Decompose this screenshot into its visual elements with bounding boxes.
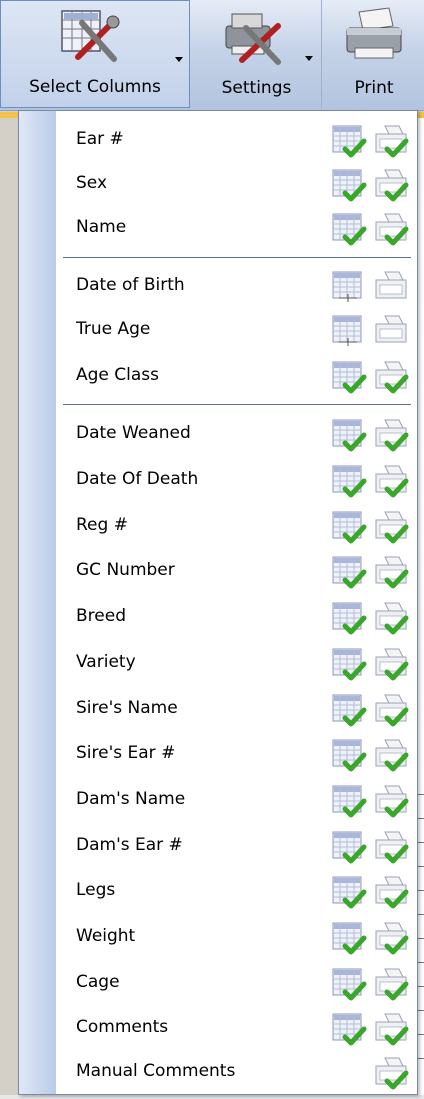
menu-item-cage[interactable]: Cage	[19, 960, 417, 1004]
menu-item-label: GC Number	[76, 560, 175, 580]
menu-item-label: Comments	[76, 1017, 169, 1037]
menu-item-name[interactable]: Name	[19, 205, 417, 249]
print-column-toggle-icon[interactable]	[373, 464, 409, 498]
menu-item-ear-number[interactable]: Ear #	[19, 117, 417, 161]
grid-column-toggle-icon[interactable]	[331, 875, 367, 909]
menu-item-sex[interactable]: Sex	[19, 161, 417, 205]
menu-item-label: Name	[76, 217, 127, 237]
menu-item-label: Sire's Ear #	[76, 743, 176, 763]
print-column-toggle-icon[interactable]	[373, 738, 409, 772]
grid-column-toggle-icon[interactable]	[331, 921, 367, 955]
grid-column-toggle-icon[interactable]	[331, 212, 367, 246]
menu-item-label: Reg #	[76, 515, 128, 535]
menu-item-label: Date of Birth	[76, 275, 185, 295]
print-column-toggle-icon[interactable]	[373, 314, 409, 348]
print-column-toggle-icon[interactable]	[373, 921, 409, 955]
printer-icon	[339, 6, 409, 70]
menu-separator	[63, 404, 411, 405]
grid-column-toggle-icon[interactable]	[331, 418, 367, 452]
menu-item-label: Sex	[76, 173, 108, 193]
select-columns-icon	[56, 7, 126, 71]
grid-column-toggle-icon[interactable]	[331, 314, 367, 348]
grid-column-toggle-icon[interactable]	[331, 738, 367, 772]
grid-column-toggle-icon[interactable]	[331, 693, 367, 727]
menu-item-true-age[interactable]: True Age	[19, 307, 417, 351]
print-button[interactable]: Print	[324, 0, 424, 108]
menu-item-label: True Age	[76, 319, 151, 339]
print-column-toggle-icon[interactable]	[373, 784, 409, 818]
menu-item-age-class[interactable]: Age Class	[19, 353, 417, 397]
menu-separator	[63, 257, 411, 258]
menu-item-label: Variety	[76, 652, 136, 672]
menu-item-label: Cage	[76, 972, 120, 992]
grid-column-toggle-icon[interactable]	[331, 464, 367, 498]
menu-item-label: Ear #	[76, 129, 124, 149]
grid-column-toggle-icon[interactable]	[331, 830, 367, 864]
menu-item-date-of-death[interactable]: Date Of Death	[19, 457, 417, 501]
grid-column-toggle-icon[interactable]	[331, 967, 367, 1001]
print-column-toggle-icon[interactable]	[373, 967, 409, 1001]
menu-item-comments[interactable]: Comments	[19, 1005, 417, 1049]
grid-column-toggle-icon[interactable]	[331, 360, 367, 394]
settings-label: Settings	[221, 78, 292, 98]
print-column-toggle-icon[interactable]	[373, 212, 409, 246]
menu-item-label: Date Weaned	[76, 423, 191, 443]
print-column-toggle-icon[interactable]	[373, 647, 409, 681]
grid-column-toggle-icon[interactable]	[331, 510, 367, 544]
print-column-toggle-icon[interactable]	[373, 124, 409, 158]
settings-icon	[212, 6, 292, 70]
settings-dropdown-arrow[interactable]	[305, 56, 313, 61]
menu-item-label: Breed	[76, 606, 126, 626]
menu-item-reg-number[interactable]: Reg #	[19, 503, 417, 547]
menu-item-sires-ear-number[interactable]: Sire's Ear #	[19, 731, 417, 775]
menu-item-manual-comments[interactable]: Manual Comments	[19, 1049, 417, 1093]
menu-item-label: Dam's Ear #	[76, 835, 183, 855]
grid-column-toggle-icon[interactable]	[331, 784, 367, 818]
menu-item-weight[interactable]: Weight	[19, 914, 417, 958]
menu-item-breed[interactable]: Breed	[19, 594, 417, 638]
grid-column-toggle-icon[interactable]	[331, 124, 367, 158]
menu-item-gc-number[interactable]: GC Number	[19, 548, 417, 592]
settings-button[interactable]: Settings	[192, 0, 322, 108]
status-strip	[0, 1095, 424, 1099]
menu-item-dams-name[interactable]: Dam's Name	[19, 777, 417, 821]
menu-item-sires-name[interactable]: Sire's Name	[19, 686, 417, 730]
grid-column-toggle-icon[interactable]	[331, 647, 367, 681]
print-column-toggle-icon[interactable]	[373, 693, 409, 727]
menu-item-date-of-birth[interactable]: Date of Birth	[19, 263, 417, 307]
print-label: Print	[354, 78, 394, 98]
print-column-toggle-icon[interactable]	[373, 418, 409, 452]
print-column-toggle-icon[interactable]	[373, 270, 409, 304]
menu-item-label: Date Of Death	[76, 469, 199, 489]
print-column-toggle-icon[interactable]	[373, 555, 409, 589]
menu-item-dams-ear-number[interactable]: Dam's Ear #	[19, 823, 417, 867]
grid-column-toggle-icon[interactable]	[331, 168, 367, 202]
grid-column-toggle-icon[interactable]	[331, 601, 367, 635]
grid-column-toggle-icon[interactable]	[331, 1012, 367, 1046]
print-column-toggle-icon[interactable]	[373, 510, 409, 544]
select-columns-label: Select Columns	[29, 77, 161, 97]
print-column-toggle-icon[interactable]	[373, 168, 409, 202]
print-column-toggle-icon[interactable]	[373, 601, 409, 635]
select-columns-button[interactable]: Select Columns	[0, 0, 190, 108]
menu-item-label: Dam's Name	[76, 789, 186, 809]
print-column-toggle-icon[interactable]	[373, 1056, 409, 1090]
grid-column-toggle-icon[interactable]	[331, 270, 367, 304]
select-columns-menu: Ear # Sex Name Date of Birth True Age Ag…	[18, 110, 418, 1095]
print-column-toggle-icon[interactable]	[373, 1012, 409, 1046]
menu-item-legs[interactable]: Legs	[19, 868, 417, 912]
menu-item-label: Sire's Name	[76, 698, 178, 718]
menu-item-label: Manual Comments	[76, 1061, 236, 1081]
menu-item-variety[interactable]: Variety	[19, 640, 417, 684]
menu-item-label: Weight	[76, 926, 136, 946]
print-column-toggle-icon[interactable]	[373, 875, 409, 909]
menu-item-date-weaned[interactable]: Date Weaned	[19, 411, 417, 455]
print-column-toggle-icon[interactable]	[373, 360, 409, 394]
grid-column-toggle-icon[interactable]	[331, 555, 367, 589]
select-columns-dropdown-arrow[interactable]	[175, 57, 183, 62]
menu-item-label: Age Class	[76, 365, 160, 385]
menu-item-label: Legs	[76, 880, 116, 900]
print-column-toggle-icon[interactable]	[373, 830, 409, 864]
toolbar: Select Columns Settings Print	[0, 0, 424, 111]
